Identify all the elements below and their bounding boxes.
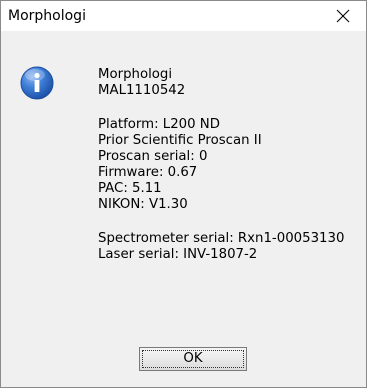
laser-serial-line: Laser serial: INV-1807-2 [98, 247, 258, 262]
dialog-message: Morphologi MAL1110542 Platform: L200 ND … [98, 67, 366, 263]
firmware-line: Firmware: 0.67 [98, 165, 198, 180]
ok-button-label: OK [183, 351, 203, 366]
product-name: Morphologi [98, 67, 173, 82]
pac-line: PAC: 5.11 [98, 181, 162, 196]
close-icon [336, 9, 350, 23]
info-icon [20, 66, 54, 100]
about-dialog: Morphologi Morphologi MAL1110542 Platfor… [0, 0, 367, 388]
product-serial: MAL1110542 [98, 83, 186, 98]
nikon-line: NIKON: V1.30 [98, 197, 188, 212]
stage-line: Prior Scientific Proscan II [98, 133, 262, 148]
proscan-serial-line: Proscan serial: 0 [98, 149, 208, 164]
ok-button[interactable]: OK [139, 347, 247, 371]
spectrometer-serial-line: Spectrometer serial: Rxn1-00053130 [98, 231, 345, 246]
title-bar[interactable]: Morphologi [1, 1, 366, 31]
close-button[interactable] [320, 1, 366, 31]
platform-line: Platform: L200 ND [98, 117, 220, 132]
window-title: Morphologi [8, 8, 86, 24]
